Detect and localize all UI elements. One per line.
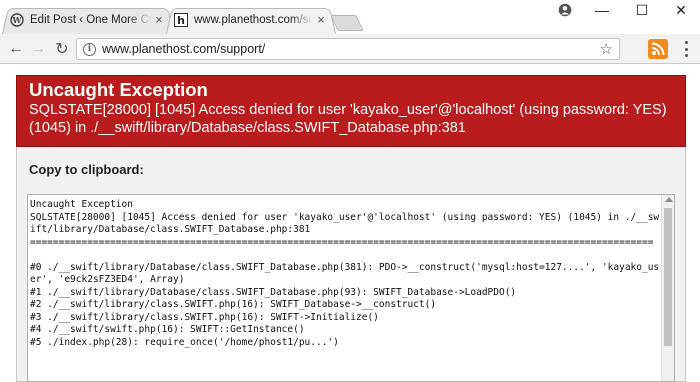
error-message: SQLSTATE[28000] [1045] Access denied for… (29, 102, 667, 136)
stack-trace-line: Uncaught Exception (30, 199, 133, 210)
tab-planethost[interactable]: h www.planethost.com/sup × (166, 6, 336, 34)
scroll-up-arrow-icon[interactable] (665, 197, 673, 202)
svg-text:h: h (177, 14, 185, 27)
user-account-icon[interactable] (545, 0, 585, 20)
error-title: Uncaught Exception (29, 79, 208, 100)
tab-close-icon[interactable]: × (152, 13, 166, 27)
stack-trace-text: Uncaught Exception SQLSTATE[28000] [1045]… (30, 199, 662, 349)
error-header: Uncaught Exception SQLSTATE[28000] [1045… (16, 75, 686, 147)
reload-button[interactable]: ↻ (52, 39, 72, 59)
wordpress-icon: W (10, 13, 24, 27)
tab-strip: W Edit Post ‹ One More Cup × h www.plane… (0, 0, 700, 34)
minimize-button[interactable]: — (582, 0, 622, 20)
stack-trace-line (30, 249, 662, 262)
stack-trace-line: #5 ./index.php(28): require_once('/home/… (30, 336, 339, 348)
forward-button[interactable]: → (28, 39, 48, 59)
address-url[interactable]: www.planethost.com/support/ (102, 42, 265, 56)
back-button[interactable]: ← (6, 39, 26, 59)
scrollbar[interactable] (661, 195, 674, 381)
stack-trace-line: #3 ./__swift/library/class.SWIFT.php(16)… (30, 311, 379, 323)
stack-trace-line: #0 ./__swift/library/Database/class.SWIF… (30, 261, 660, 286)
bookmark-star-icon[interactable]: ☆ (600, 40, 613, 58)
tab-title: www.planethost.com/sup (194, 14, 314, 26)
scrollbar-thumb[interactable] (664, 208, 672, 346)
stack-trace-line: #2 ./__swift/library/class.SWIFT.php(16)… (30, 299, 437, 310)
tab-title: Edit Post ‹ One More Cup (30, 14, 152, 26)
stack-trace-line: #4 ./__swift/swift.php(16): SWIFT::GetIn… (30, 324, 305, 335)
address-bar[interactable]: i www.planethost.com/support/ ☆ (76, 38, 620, 60)
browser-menu-icon[interactable] (680, 41, 692, 57)
rss-icon[interactable] (648, 39, 668, 59)
error-body: Copy to clipboard: Uncaught Exception SQL… (16, 147, 686, 382)
info-icon[interactable]: i (83, 42, 96, 56)
svg-text:W: W (12, 15, 23, 25)
stack-trace-line: ========================================… (30, 236, 654, 248)
planethost-favicon: h (174, 13, 188, 27)
stack-trace-textarea[interactable]: Uncaught Exception SQLSTATE[28000] [1045]… (27, 194, 675, 382)
maximize-button[interactable]: ☐ (622, 0, 662, 20)
copy-to-clipboard-label[interactable]: Copy to clipboard: (29, 162, 144, 177)
tab-edit-post[interactable]: W Edit Post ‹ One More Cup × (2, 6, 174, 34)
stack-trace-line: #1 ./__swift/library/Database/class.SWIF… (30, 286, 517, 298)
page-content: Uncaught Exception SQLSTATE[28000] [1045… (0, 65, 700, 382)
stack-trace-line: SQLSTATE[28000] [1045] Access denied for… (30, 211, 660, 236)
tab-close-icon[interactable]: × (314, 13, 328, 27)
close-window-button[interactable]: ✕ (661, 0, 700, 20)
browser-toolbar: ← → ↻ i www.planethost.com/support/ ☆ (0, 34, 700, 64)
